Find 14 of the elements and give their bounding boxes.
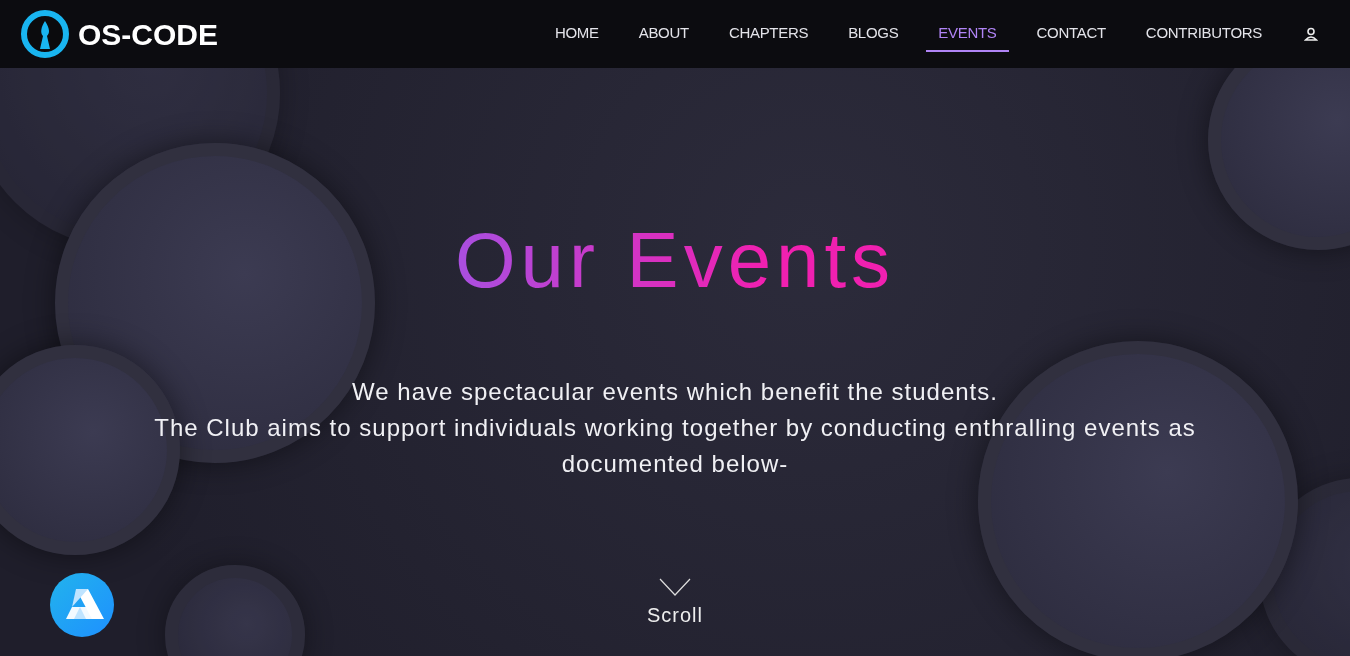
- brand-name: OS-CODE: [78, 16, 218, 53]
- intro-text: The Club aims to support individuals working together by conducting enthralling events as documented below-: [153, 412, 1197, 479]
- nav-link[interactable]: BLOGS: [836, 15, 911, 53]
- nav-link[interactable]: CONTRIBUTORS: [1133, 15, 1274, 53]
- nav-link[interactable]: ABOUT: [626, 15, 701, 53]
- scroll-label[interactable]: Scroll: [647, 600, 703, 630]
- nav-link[interactable]: EVENTS: [926, 15, 1009, 53]
- chevron-down-icon[interactable]: [659, 578, 691, 596]
- nav-link[interactable]: CHAPTERS: [716, 15, 821, 53]
- nav-link[interactable]: HOME: [542, 15, 611, 53]
- intro-text: We have spectacular events which benefit the students.: [352, 376, 998, 407]
- nav-link[interactable]: CONTACT: [1024, 15, 1118, 53]
- logo-icon: [20, 9, 70, 59]
- user-icon[interactable]: [1304, 27, 1318, 41]
